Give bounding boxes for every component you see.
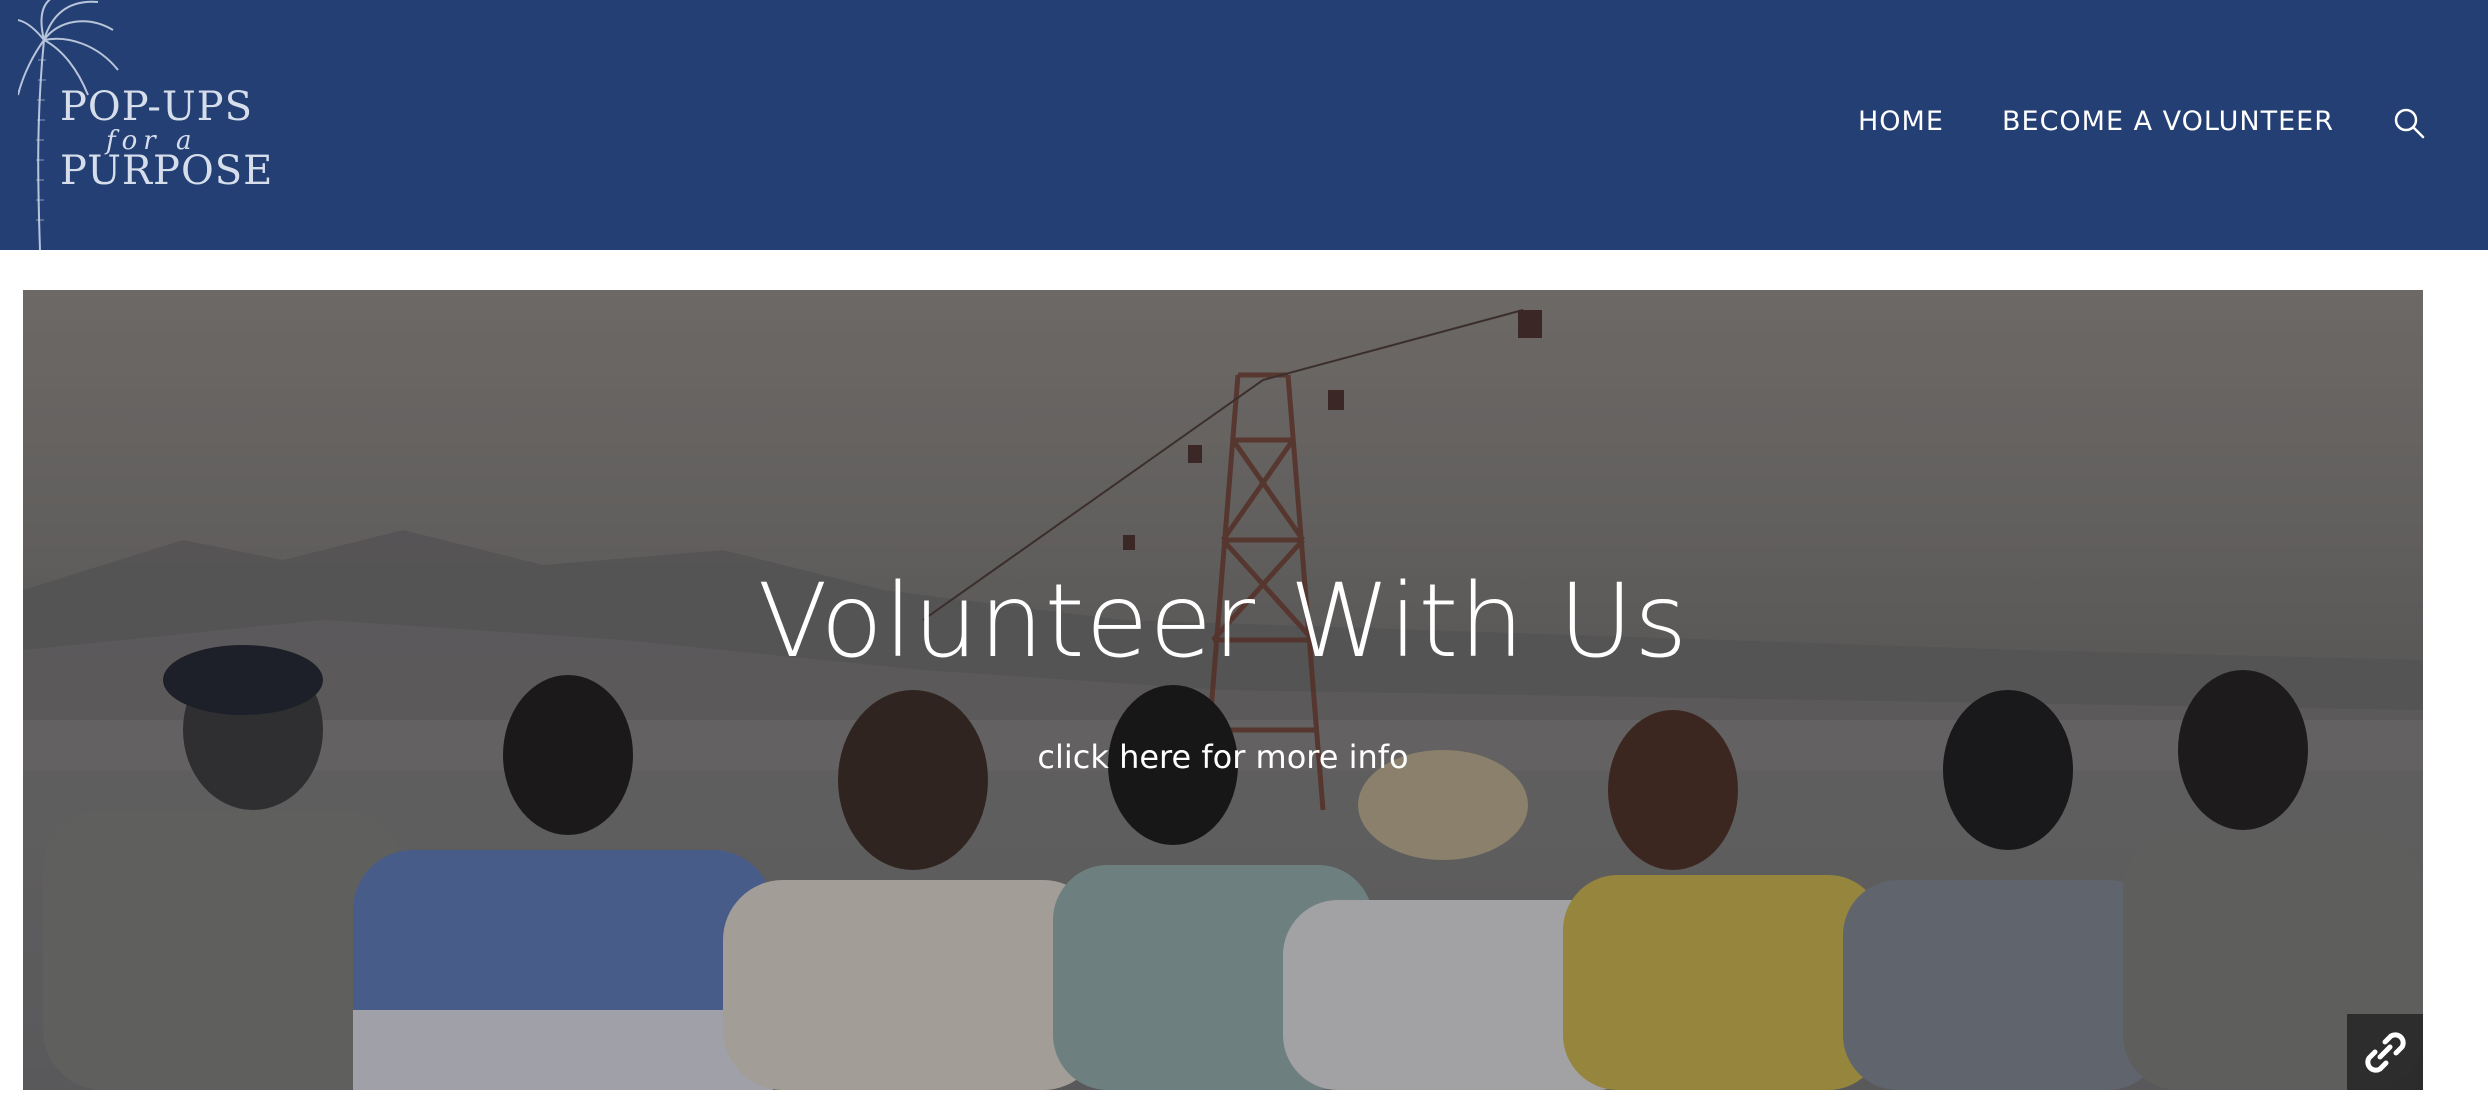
more-info-link[interactable]: click here for more info: [23, 738, 2423, 776]
site-logo[interactable]: POP-UPS for a PURPOSE: [18, 0, 272, 250]
hero-banner[interactable]: Volunteer With Us click here for more in…: [23, 290, 2423, 1090]
site-header: POP-UPS for a PURPOSE HOME BECOME A VOLU…: [0, 0, 2488, 250]
link-icon[interactable]: [2347, 1014, 2423, 1090]
logo-text-line3: PURPOSE: [60, 148, 274, 194]
logo-text-line1: POP-UPS: [60, 84, 253, 130]
hero-dark-overlay: [23, 290, 2423, 1090]
nav-home-link[interactable]: HOME: [1858, 106, 1944, 137]
search-icon[interactable]: [2392, 106, 2426, 140]
nav-become-volunteer-link[interactable]: BECOME A VOLUNTEER: [2002, 106, 2334, 137]
hero-title: Volunteer With Us: [757, 562, 1689, 681]
